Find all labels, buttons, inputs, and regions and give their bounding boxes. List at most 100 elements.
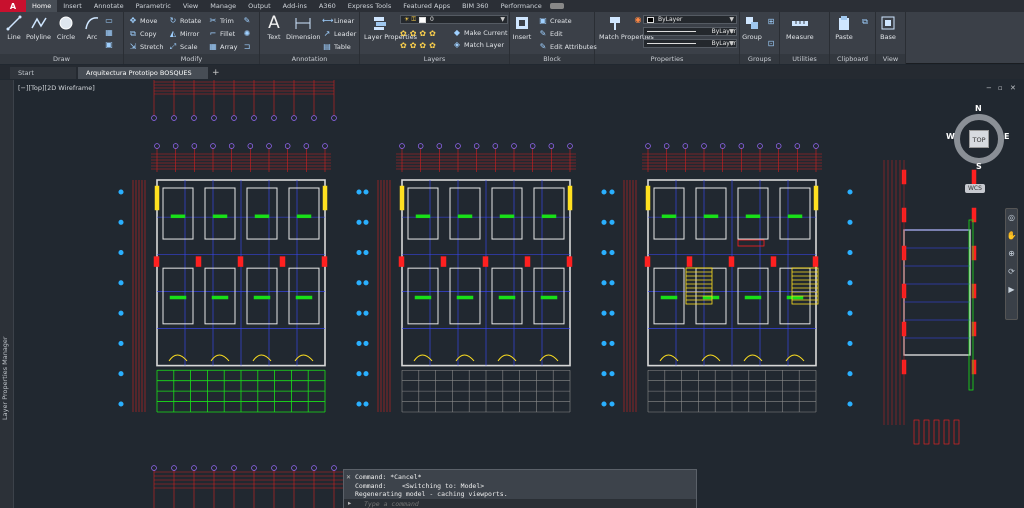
tab-featured-apps[interactable]: Featured Apps <box>397 0 456 12</box>
properties-panel-title[interactable]: Properties <box>595 54 739 64</box>
tab-parametric[interactable]: Parametric <box>130 0 177 12</box>
viewport-close-icon[interactable]: ✕ <box>1010 84 1016 92</box>
viewport-controls-label[interactable]: [−][Top][2D Wireframe] <box>18 84 95 92</box>
match-properties-button[interactable]: Match Properties <box>599 14 654 42</box>
properties-panel: Match Properties ◉ ByLayer ▼ ByLayer ▼ ByL… <box>595 12 740 64</box>
pan-icon[interactable]: ✋ <box>1007 231 1017 240</box>
mirror-button[interactable]: ◭ Mirror <box>168 28 199 39</box>
layer-dropdown[interactable]: ☀ ⚿ 0 ▼ <box>400 15 508 24</box>
text-button[interactable]: A Text <box>264 13 284 42</box>
compass-south[interactable]: S <box>976 162 982 171</box>
layer-properties-palette[interactable]: Layer Properties Manager <box>0 80 14 508</box>
edit-block-button[interactable]: ✎ Edit <box>538 28 563 39</box>
array-button[interactable]: ▦ Array <box>208 41 237 52</box>
layer-tool-icons[interactable]: ✿✿✿✿ <box>400 29 439 38</box>
tab-performance[interactable]: Performance <box>495 0 548 12</box>
create-block-button[interactable]: ▣ Create <box>538 15 571 26</box>
tab-insert[interactable]: Insert <box>57 0 88 12</box>
hatch-tool[interactable]: ▦ <box>104 27 116 38</box>
close-icon[interactable]: ✕ <box>346 474 351 481</box>
layer-properties-button[interactable]: Layer Properties <box>364 14 417 42</box>
compass-east[interactable]: E <box>1004 132 1009 141</box>
insert-button[interactable]: Insert <box>512 14 532 42</box>
block-panel-title[interactable]: Block <box>510 54 594 64</box>
tab-a360[interactable]: A360 <box>313 0 342 12</box>
zoom-extents-icon[interactable]: ⊕ <box>1008 249 1015 258</box>
application-menu-button[interactable]: A <box>0 0 26 12</box>
annotation-panel-title[interactable]: Annotation <box>260 54 359 64</box>
tab-home[interactable]: Home <box>26 0 58 12</box>
view-panel-title[interactable]: View <box>876 54 905 64</box>
offset-tool[interactable]: ⊐ <box>242 41 254 52</box>
leader-dropdown[interactable]: ↗ Leader <box>322 28 357 39</box>
rectangle-tool[interactable]: ▭ <box>104 15 116 26</box>
lineweight-dropdown[interactable]: ByLayer ▼ <box>643 39 737 48</box>
trim-button[interactable]: ✂ Trim <box>208 15 234 26</box>
viewcube-top-face[interactable]: TOP <box>969 130 989 148</box>
draw-panel-title[interactable]: Draw <box>0 54 123 64</box>
fillet-button[interactable]: ⌐ Fillet <box>208 28 236 39</box>
move-button[interactable]: ✥ Move <box>128 15 158 26</box>
linear-dropdown[interactable]: ⟷ Linear <box>322 15 354 26</box>
scale-button[interactable]: ⤢ Scale <box>168 41 198 52</box>
showmotion-icon[interactable]: ▶ <box>1008 285 1014 294</box>
tab-start[interactable]: Start <box>10 67 76 79</box>
tab-output[interactable]: Output <box>242 0 277 12</box>
explode-tool[interactable]: ✺ <box>242 28 254 39</box>
layer-tool-icons-2[interactable]: ✿✿✿✿ <box>400 41 439 50</box>
cad-rect <box>703 214 719 219</box>
dimension-button[interactable]: Dimension <box>286 14 321 42</box>
tab-view[interactable]: View <box>177 0 204 12</box>
drawing-canvas[interactable] <box>14 80 1024 508</box>
utilities-panel-title[interactable]: Utilities <box>780 54 829 64</box>
group-button[interactable]: Group <box>742 14 762 42</box>
viewport-restore-icon[interactable]: ▫ <box>998 84 1003 92</box>
copy-button[interactable]: ⧉ Copy <box>128 28 156 39</box>
rotate-button[interactable]: ↻ Rotate <box>168 15 202 26</box>
paste-button[interactable]: Paste <box>834 14 854 42</box>
base-button[interactable]: Base <box>878 14 898 42</box>
color-dropdown[interactable]: ByLayer ▼ <box>643 15 737 24</box>
tab-annotate[interactable]: Annotate <box>88 0 130 12</box>
clipboard-panel-title[interactable]: Clipboard <box>830 54 875 64</box>
erase-tool[interactable]: ✎ <box>242 15 254 26</box>
copy-clip-tool[interactable]: ⧉ <box>860 16 872 27</box>
fillet-icon: ⌐ <box>209 29 217 38</box>
groups-panel-title[interactable]: Groups <box>740 54 779 64</box>
stretch-button[interactable]: ⇲ Stretch <box>128 41 164 52</box>
orbit-icon[interactable]: ⟳ <box>1008 267 1015 276</box>
tab-active-drawing[interactable]: Arquitectura Prototipo BOSQUES 3R* <box>78 67 208 89</box>
make-current-button[interactable]: ◆ Make Current <box>452 27 508 38</box>
linetype-dropdown[interactable]: ByLayer ▼ <box>643 27 737 36</box>
compass-north[interactable]: N <box>975 104 982 113</box>
tab-manage[interactable]: Manage <box>204 0 242 12</box>
modify-panel-title[interactable]: Modify <box>124 54 259 64</box>
viewcube[interactable]: TOP N S E W <box>946 104 1014 176</box>
compass-west[interactable]: W <box>946 132 955 141</box>
steering-wheel-icon[interactable]: ◎ <box>1008 213 1015 222</box>
cad-rect <box>407 187 439 240</box>
create-block-icon: ▣ <box>539 16 547 25</box>
circle-button[interactable]: Circle <box>56 14 76 42</box>
line-button[interactable]: Line <box>4 14 24 42</box>
new-tab-icon[interactable]: + <box>212 67 220 79</box>
lineweight-preview <box>647 43 696 44</box>
edit-attributes-button[interactable]: ✎ Edit Attributes <box>538 41 597 52</box>
ungroup-tool[interactable]: ⊞ <box>766 16 778 27</box>
command-input[interactable] <box>364 499 664 508</box>
polyline-button[interactable]: Polyline <box>26 14 51 42</box>
tab-add-ins[interactable]: Add-ins <box>277 0 313 12</box>
measure-button[interactable]: Measure <box>786 14 814 42</box>
wcs-menu[interactable]: WCS <box>965 184 985 193</box>
table-button[interactable]: ▤ Table <box>322 41 351 52</box>
ribbon-toggle-button[interactable] <box>549 3 564 9</box>
layer-color-swatch <box>418 16 426 23</box>
viewport-minimize-icon[interactable]: − <box>986 84 992 92</box>
match-layer-button[interactable]: ◈ Match Layer <box>452 39 504 50</box>
tab-express-tools[interactable]: Express Tools <box>342 0 397 12</box>
region-tool[interactable]: ▣ <box>104 39 116 50</box>
arc-button[interactable]: Arc <box>82 14 102 42</box>
group-select-tool[interactable]: ⊡ <box>766 38 778 49</box>
tab-bim-360[interactable]: BIM 360 <box>456 0 494 12</box>
layers-panel-title[interactable]: Layers <box>360 54 509 64</box>
